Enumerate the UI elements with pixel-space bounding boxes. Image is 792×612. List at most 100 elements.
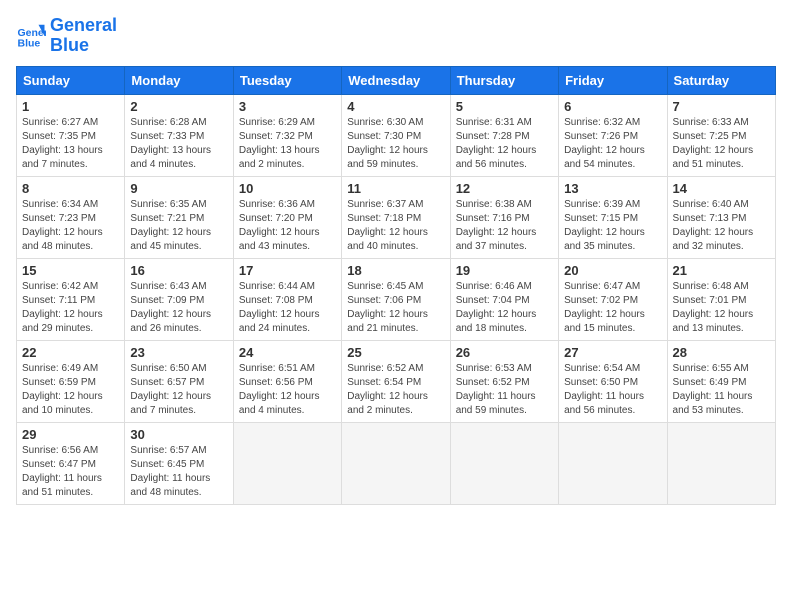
calendar-cell: 1 Sunrise: 6:27 AM Sunset: 7:35 PM Daylig… xyxy=(17,94,125,176)
day-number: 24 xyxy=(239,345,336,360)
day-number: 21 xyxy=(673,263,770,278)
day-info: Sunrise: 6:54 AM Sunset: 6:50 PM Dayligh… xyxy=(564,362,661,418)
day-info: Sunrise: 6:30 AM Sunset: 7:30 PM Dayligh… xyxy=(347,116,444,172)
day-number: 22 xyxy=(22,345,119,360)
day-number: 13 xyxy=(564,181,661,196)
day-info: Sunrise: 6:46 AM Sunset: 7:04 PM Dayligh… xyxy=(456,280,553,336)
day-info: Sunrise: 6:44 AM Sunset: 7:08 PM Dayligh… xyxy=(239,280,336,336)
calendar-cell xyxy=(342,422,450,504)
calendar-cell: 21 Sunrise: 6:48 AM Sunset: 7:01 PM Dayli… xyxy=(667,258,775,340)
day-info: Sunrise: 6:51 AM Sunset: 6:56 PM Dayligh… xyxy=(239,362,336,418)
day-info: Sunrise: 6:29 AM Sunset: 7:32 PM Dayligh… xyxy=(239,116,336,172)
day-info: Sunrise: 6:39 AM Sunset: 7:15 PM Dayligh… xyxy=(564,198,661,254)
day-number: 25 xyxy=(347,345,444,360)
day-number: 1 xyxy=(22,99,119,114)
calendar-cell: 4 Sunrise: 6:30 AM Sunset: 7:30 PM Daylig… xyxy=(342,94,450,176)
calendar-cell: 14 Sunrise: 6:40 AM Sunset: 7:13 PM Dayli… xyxy=(667,176,775,258)
day-info: Sunrise: 6:56 AM Sunset: 6:47 PM Dayligh… xyxy=(22,444,119,500)
day-info: Sunrise: 6:35 AM Sunset: 7:21 PM Dayligh… xyxy=(130,198,227,254)
calendar-cell: 30 Sunrise: 6:57 AM Sunset: 6:45 PM Dayli… xyxy=(125,422,233,504)
day-info: Sunrise: 6:40 AM Sunset: 7:13 PM Dayligh… xyxy=(673,198,770,254)
calendar-cell: 3 Sunrise: 6:29 AM Sunset: 7:32 PM Daylig… xyxy=(233,94,341,176)
day-info: Sunrise: 6:27 AM Sunset: 7:35 PM Dayligh… xyxy=(22,116,119,172)
day-number: 6 xyxy=(564,99,661,114)
day-number: 2 xyxy=(130,99,227,114)
weekday-header-saturday: Saturday xyxy=(667,66,775,94)
day-info: Sunrise: 6:43 AM Sunset: 7:09 PM Dayligh… xyxy=(130,280,227,336)
day-number: 7 xyxy=(673,99,770,114)
day-number: 28 xyxy=(673,345,770,360)
weekday-header-thursday: Thursday xyxy=(450,66,558,94)
logo-text: GeneralBlue xyxy=(50,16,117,56)
calendar-cell: 11 Sunrise: 6:37 AM Sunset: 7:18 PM Dayli… xyxy=(342,176,450,258)
day-number: 11 xyxy=(347,181,444,196)
calendar-cell: 13 Sunrise: 6:39 AM Sunset: 7:15 PM Dayli… xyxy=(559,176,667,258)
calendar-cell: 26 Sunrise: 6:53 AM Sunset: 6:52 PM Dayli… xyxy=(450,340,558,422)
weekday-header-tuesday: Tuesday xyxy=(233,66,341,94)
day-info: Sunrise: 6:32 AM Sunset: 7:26 PM Dayligh… xyxy=(564,116,661,172)
day-number: 12 xyxy=(456,181,553,196)
calendar-cell: 5 Sunrise: 6:31 AM Sunset: 7:28 PM Daylig… xyxy=(450,94,558,176)
day-number: 16 xyxy=(130,263,227,278)
calendar-week-row: 29 Sunrise: 6:56 AM Sunset: 6:47 PM Dayli… xyxy=(17,422,776,504)
calendar-cell: 29 Sunrise: 6:56 AM Sunset: 6:47 PM Dayli… xyxy=(17,422,125,504)
day-number: 14 xyxy=(673,181,770,196)
day-info: Sunrise: 6:34 AM Sunset: 7:23 PM Dayligh… xyxy=(22,198,119,254)
svg-text:Blue: Blue xyxy=(18,37,41,49)
day-info: Sunrise: 6:52 AM Sunset: 6:54 PM Dayligh… xyxy=(347,362,444,418)
day-number: 9 xyxy=(130,181,227,196)
day-info: Sunrise: 6:33 AM Sunset: 7:25 PM Dayligh… xyxy=(673,116,770,172)
day-number: 10 xyxy=(239,181,336,196)
day-info: Sunrise: 6:57 AM Sunset: 6:45 PM Dayligh… xyxy=(130,444,227,500)
day-info: Sunrise: 6:38 AM Sunset: 7:16 PM Dayligh… xyxy=(456,198,553,254)
calendar-cell: 9 Sunrise: 6:35 AM Sunset: 7:21 PM Daylig… xyxy=(125,176,233,258)
calendar-cell: 22 Sunrise: 6:49 AM Sunset: 6:59 PM Dayli… xyxy=(17,340,125,422)
day-info: Sunrise: 6:55 AM Sunset: 6:49 PM Dayligh… xyxy=(673,362,770,418)
day-info: Sunrise: 6:45 AM Sunset: 7:06 PM Dayligh… xyxy=(347,280,444,336)
day-number: 23 xyxy=(130,345,227,360)
day-number: 27 xyxy=(564,345,661,360)
calendar-cell: 16 Sunrise: 6:43 AM Sunset: 7:09 PM Dayli… xyxy=(125,258,233,340)
calendar-cell: 6 Sunrise: 6:32 AM Sunset: 7:26 PM Daylig… xyxy=(559,94,667,176)
day-number: 30 xyxy=(130,427,227,442)
calendar-cell xyxy=(559,422,667,504)
calendar-cell: 12 Sunrise: 6:38 AM Sunset: 7:16 PM Dayli… xyxy=(450,176,558,258)
calendar-cell: 25 Sunrise: 6:52 AM Sunset: 6:54 PM Dayli… xyxy=(342,340,450,422)
calendar-cell: 19 Sunrise: 6:46 AM Sunset: 7:04 PM Dayli… xyxy=(450,258,558,340)
day-number: 18 xyxy=(347,263,444,278)
day-number: 19 xyxy=(456,263,553,278)
day-number: 26 xyxy=(456,345,553,360)
day-info: Sunrise: 6:31 AM Sunset: 7:28 PM Dayligh… xyxy=(456,116,553,172)
calendar-week-row: 22 Sunrise: 6:49 AM Sunset: 6:59 PM Dayli… xyxy=(17,340,776,422)
calendar-table: SundayMondayTuesdayWednesdayThursdayFrid… xyxy=(16,66,776,505)
logo: General Blue GeneralBlue xyxy=(16,16,117,56)
day-number: 5 xyxy=(456,99,553,114)
logo-icon: General Blue xyxy=(16,21,46,51)
calendar-cell: 2 Sunrise: 6:28 AM Sunset: 7:33 PM Daylig… xyxy=(125,94,233,176)
calendar-cell: 23 Sunrise: 6:50 AM Sunset: 6:57 PM Dayli… xyxy=(125,340,233,422)
calendar-cell xyxy=(450,422,558,504)
weekday-header-friday: Friday xyxy=(559,66,667,94)
calendar-cell: 7 Sunrise: 6:33 AM Sunset: 7:25 PM Daylig… xyxy=(667,94,775,176)
calendar-cell xyxy=(667,422,775,504)
day-info: Sunrise: 6:49 AM Sunset: 6:59 PM Dayligh… xyxy=(22,362,119,418)
calendar-cell: 24 Sunrise: 6:51 AM Sunset: 6:56 PM Dayli… xyxy=(233,340,341,422)
calendar-cell: 10Sunrise: 6:36 AM Sunset: 7:20 PM Dayli… xyxy=(233,176,341,258)
day-number: 3 xyxy=(239,99,336,114)
day-info: Sunrise: 6:53 AM Sunset: 6:52 PM Dayligh… xyxy=(456,362,553,418)
day-info: Sunrise: 6:47 AM Sunset: 7:02 PM Dayligh… xyxy=(564,280,661,336)
day-number: 17 xyxy=(239,263,336,278)
calendar-week-row: 15Sunrise: 6:42 AM Sunset: 7:11 PM Dayli… xyxy=(17,258,776,340)
calendar-cell xyxy=(233,422,341,504)
day-info: Sunrise: 6:28 AM Sunset: 7:33 PM Dayligh… xyxy=(130,116,227,172)
calendar-week-row: 8Sunrise: 6:34 AM Sunset: 7:23 PM Daylig… xyxy=(17,176,776,258)
day-info: Sunrise: 6:48 AM Sunset: 7:01 PM Dayligh… xyxy=(673,280,770,336)
calendar-cell: 28 Sunrise: 6:55 AM Sunset: 6:49 PM Dayli… xyxy=(667,340,775,422)
day-number: 4 xyxy=(347,99,444,114)
day-info: Sunrise: 6:37 AM Sunset: 7:18 PM Dayligh… xyxy=(347,198,444,254)
day-number: 29 xyxy=(22,427,119,442)
weekday-header-sunday: Sunday xyxy=(17,66,125,94)
calendar-week-row: 1 Sunrise: 6:27 AM Sunset: 7:35 PM Daylig… xyxy=(17,94,776,176)
day-info: Sunrise: 6:42 AM Sunset: 7:11 PM Dayligh… xyxy=(22,280,119,336)
day-info: Sunrise: 6:50 AM Sunset: 6:57 PM Dayligh… xyxy=(130,362,227,418)
